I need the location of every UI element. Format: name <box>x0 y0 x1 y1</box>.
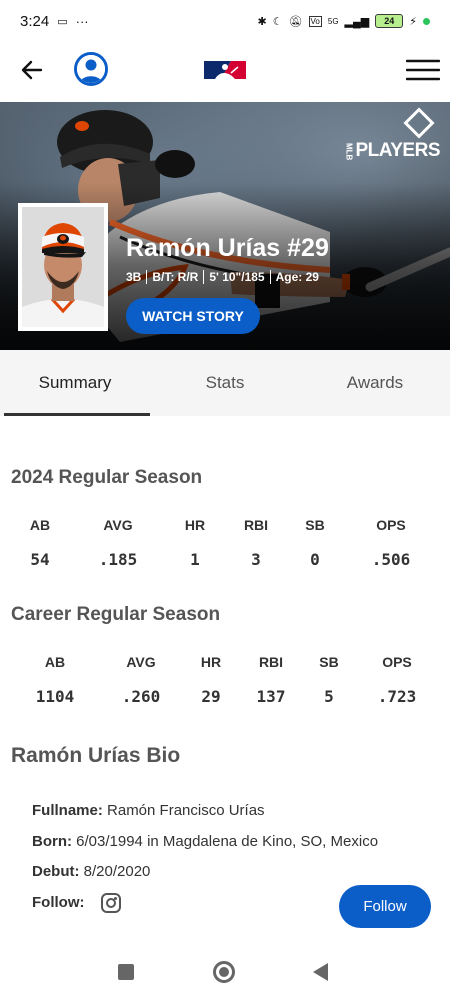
charging-icon: ⚡︎ <box>409 15 417 28</box>
bio-born: 6/03/1994 in Magdalena de Kino, SO, Mexi… <box>76 832 379 850</box>
recents-square-icon[interactable] <box>118 964 134 980</box>
players-brand: PLAYERS <box>355 140 441 161</box>
career-stats-table: AB AVG HR RBI SB OPS 1104 .260 29 137 5 … <box>0 654 450 706</box>
stat-header: HR <box>200 654 222 670</box>
mlb-players-logo: MLB PLAYERS <box>344 107 441 162</box>
stat-header: RBI <box>243 517 269 533</box>
player-name: Ramón Urías #29 <box>126 234 329 262</box>
stat-header: HR <box>184 517 206 533</box>
bio-fullname-row: Fullname: Ramón Francisco Urías <box>32 796 378 827</box>
player-bats-throws: B/T: R/R <box>152 270 199 284</box>
bio-fullname-label: Fullname: <box>32 802 103 819</box>
status-bar: 3:24 ▭ ··· ✱ ☾ 🔕︎ Vo 5G ▂▄▆ 24 ⚡︎ <box>0 0 450 42</box>
bio-debut: 8/20/2020 <box>83 863 151 880</box>
tab-awards[interactable]: Awards <box>300 350 450 416</box>
player-headshot <box>18 203 108 331</box>
system-nav-bar <box>0 952 450 1000</box>
stat-value: 1 <box>190 550 200 569</box>
hamburger-menu-button[interactable] <box>405 59 441 81</box>
stat-header: SB <box>305 517 325 533</box>
bio-title: Ramón Urías Bio <box>11 744 181 767</box>
stat-value: .723 <box>377 687 417 706</box>
notification-icon: ▭ <box>57 15 68 28</box>
status-time: 3:24 <box>20 12 50 30</box>
battery-icon: 24 <box>375 14 404 28</box>
stat-value: 137 <box>256 687 286 706</box>
season-stats-title: 2024 Regular Season <box>11 467 203 488</box>
watch-story-button[interactable]: WATCH STORY <box>126 298 260 334</box>
stat-header: OPS <box>382 654 412 670</box>
bio-follow-row: Follow: <box>32 888 378 919</box>
arrow-left-icon <box>21 60 43 80</box>
more-notifications-icon: ··· <box>75 13 89 29</box>
back-button[interactable] <box>18 56 46 84</box>
headshot-photo <box>22 207 104 327</box>
bio-debut-label: Debut: <box>32 863 80 880</box>
tab-summary[interactable]: Summary <box>0 350 150 416</box>
mlb-logo[interactable] <box>201 58 249 82</box>
players-brand-prefix: MLB <box>344 143 354 161</box>
menu-icon <box>405 59 441 81</box>
back-triangle-icon[interactable] <box>313 963 328 981</box>
career-stats-title: Career Regular Season <box>11 604 221 625</box>
meta-divider <box>203 270 205 284</box>
stat-value: .506 <box>371 550 411 569</box>
season-stats-table: AB AVG HR RBI SB OPS 54 .185 1 3 0 .506 <box>0 517 450 569</box>
meta-divider <box>146 270 148 284</box>
stat-value: 0 <box>310 550 320 569</box>
stat-header: AB <box>29 517 51 533</box>
bio-born-row: Born: 6/03/1994 in Magdalena de Kino, SO… <box>32 827 378 858</box>
stat-value: 29 <box>201 687 221 706</box>
network-label: 5G <box>327 16 339 26</box>
privacy-dot-icon <box>423 17 430 25</box>
volte-icon: Vo <box>308 15 322 27</box>
stat-header: AVG <box>126 654 156 670</box>
stat-value: 5 <box>324 687 334 706</box>
dnd-moon-icon: ☾ <box>272 15 283 28</box>
stat-value: 3 <box>251 550 261 569</box>
bio-fullname: Ramón Francisco Urías <box>107 802 265 819</box>
stat-header: SB <box>319 654 339 670</box>
instagram-icon[interactable] <box>100 892 121 913</box>
player-age: Age: 29 <box>275 270 319 284</box>
user-icon <box>77 55 105 83</box>
stat-header: AB <box>44 654 66 670</box>
stat-value: .260 <box>121 687 161 706</box>
follow-button[interactable]: Follow <box>339 885 431 928</box>
tab-stats[interactable]: Stats <box>150 350 300 416</box>
bluetooth-icon: ✱ <box>257 15 267 28</box>
home-circle-icon[interactable] <box>213 961 235 983</box>
stat-value: .185 <box>98 550 138 569</box>
bio-follow-label: Follow: <box>32 893 85 911</box>
mute-icon: 🔕︎ <box>288 15 303 28</box>
stat-header: OPS <box>376 517 406 533</box>
bio-details: Fullname: Ramón Francisco Urías Born: 6/… <box>32 796 378 918</box>
player-tabs: Summary Stats Awards <box>0 350 450 416</box>
diamond-icon <box>403 107 435 139</box>
player-height-weight: 5' 10"/185 <box>209 270 265 284</box>
player-position: 3B <box>126 270 142 284</box>
meta-divider <box>269 270 271 284</box>
profile-button[interactable] <box>74 52 108 86</box>
bio-born-label: Born: <box>32 832 72 850</box>
stat-header: RBI <box>258 654 284 670</box>
player-hero-banner: MLB PLAYERS Ramón Urías #29 3B B/T: R/R … <box>0 102 450 350</box>
signal-icon: ▂▄▆ <box>344 15 370 28</box>
bio-debut-row: Debut: 8/20/2020 <box>32 857 378 888</box>
stat-value: 54 <box>30 550 50 569</box>
stat-value: 1104 <box>35 687 75 706</box>
stat-header: AVG <box>103 517 133 533</box>
app-bar <box>0 42 450 102</box>
player-meta: 3B B/T: R/R 5' 10"/185 Age: 29 <box>126 270 319 284</box>
